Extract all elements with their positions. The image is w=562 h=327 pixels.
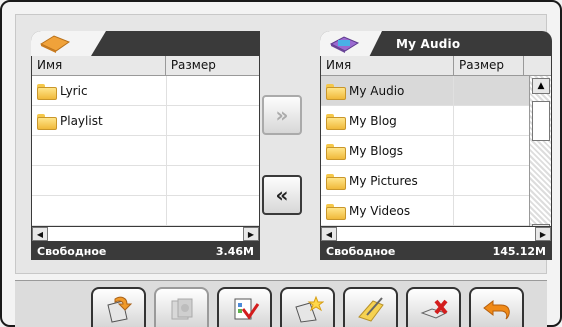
copy-to-left-button[interactable]: «: [262, 175, 302, 215]
list-item-name: My Pictures: [349, 173, 418, 188]
scroll-right-arrow[interactable]: ▶: [243, 227, 259, 241]
free-space-label: Свободное: [326, 244, 396, 258]
right-panel-drive-tab[interactable]: [320, 31, 382, 56]
folder-icon: [326, 113, 346, 130]
list-item-name: Lyric: [60, 83, 88, 98]
scroll-left-arrow[interactable]: ◀: [321, 227, 337, 241]
new-folder-button[interactable]: [280, 287, 335, 327]
list-item[interactable]: My Blogs: [321, 136, 551, 166]
scroll-right-arrow[interactable]: ▶: [535, 227, 551, 241]
scroll-thumb[interactable]: [532, 101, 550, 141]
properties-button[interactable]: [154, 287, 209, 327]
list-item[interactable]: Playlist: [32, 106, 259, 136]
list-item-name: My Blog: [349, 113, 397, 128]
free-space-value: 3.46M: [215, 244, 254, 258]
right-horizontal-scrollbar[interactable]: ◀ ▶: [320, 226, 552, 242]
right-file-list[interactable]: Имя Размер My Audio My Blog My Blogs My …: [320, 56, 552, 242]
list-item-size: [167, 106, 259, 135]
free-space-value: 145.12M: [492, 244, 546, 258]
list-item[interactable]: My Pictures: [321, 166, 551, 196]
copy-to-right-button[interactable]: »: [262, 95, 302, 135]
left-file-panel: Имя Размер Lyric Playlist ◀ ▶ Свободное …: [31, 31, 261, 272]
drive-icon: [39, 34, 71, 53]
folder-icon: [37, 113, 57, 130]
import-file-icon: [106, 296, 132, 323]
name-column-header[interactable]: Имя: [321, 56, 454, 75]
import-button[interactable]: [91, 287, 146, 327]
folder-icon: [326, 83, 346, 100]
list-item-size: [167, 76, 259, 105]
left-file-list[interactable]: Имя Размер Lyric Playlist: [31, 56, 260, 242]
edit-list-button[interactable]: [217, 287, 272, 327]
size-column-header[interactable]: Размер: [454, 56, 524, 75]
delete-button[interactable]: [406, 287, 461, 327]
right-file-panel: My Audio Имя Размер My Audio My Blog My …: [320, 31, 553, 272]
card-drive-icon: [329, 35, 360, 53]
right-vertical-scrollbar[interactable]: ▲ ▼: [529, 76, 551, 242]
empty-row: [32, 166, 259, 196]
back-button[interactable]: [469, 287, 524, 327]
list-item-name: My Blogs: [349, 143, 404, 158]
free-space-label: Свободное: [37, 244, 107, 258]
folder-icon: [326, 173, 346, 190]
list-item[interactable]: My Audio: [321, 76, 551, 106]
list-item-name: Playlist: [60, 113, 103, 128]
folder-icon: [37, 83, 57, 100]
right-status-bar: Свободное 145.12M: [320, 242, 552, 260]
right-list-header: Имя Размер: [321, 56, 551, 76]
back-icon: [482, 299, 510, 320]
rename-icon: [357, 297, 384, 322]
left-status-bar: Свободное 3.46M: [31, 242, 260, 260]
folder-icon: [326, 143, 346, 160]
list-item[interactable]: Lyric: [32, 76, 259, 106]
scroll-left-arrow[interactable]: ◀: [32, 227, 48, 241]
left-list-header: Имя Размер: [32, 56, 259, 76]
list-item[interactable]: My Videos: [321, 196, 551, 226]
folder-icon: [326, 203, 346, 220]
size-column-header[interactable]: Размер: [166, 56, 259, 75]
rename-button[interactable]: [343, 287, 398, 327]
properties-icon: [171, 298, 192, 320]
delete-icon: [420, 299, 448, 319]
right-panel-title: My Audio: [396, 36, 461, 51]
empty-row: [32, 136, 259, 166]
scroll-up-arrow[interactable]: ▲: [532, 78, 550, 94]
right-panel-tab: My Audio: [320, 31, 552, 56]
left-panel-tab: [31, 31, 260, 56]
list-item-name: My Videos: [349, 203, 411, 218]
edit-list-icon: [234, 298, 259, 320]
empty-row: [32, 196, 259, 226]
new-folder-icon: [294, 295, 324, 323]
name-column-header[interactable]: Имя: [32, 56, 166, 75]
list-item[interactable]: My Blog: [321, 106, 551, 136]
list-item-name: My Audio: [349, 83, 405, 98]
bottom-toolbar: [15, 280, 547, 327]
left-panel-drive-tab[interactable]: [31, 31, 106, 56]
left-horizontal-scrollbar[interactable]: ◀ ▶: [31, 226, 260, 242]
